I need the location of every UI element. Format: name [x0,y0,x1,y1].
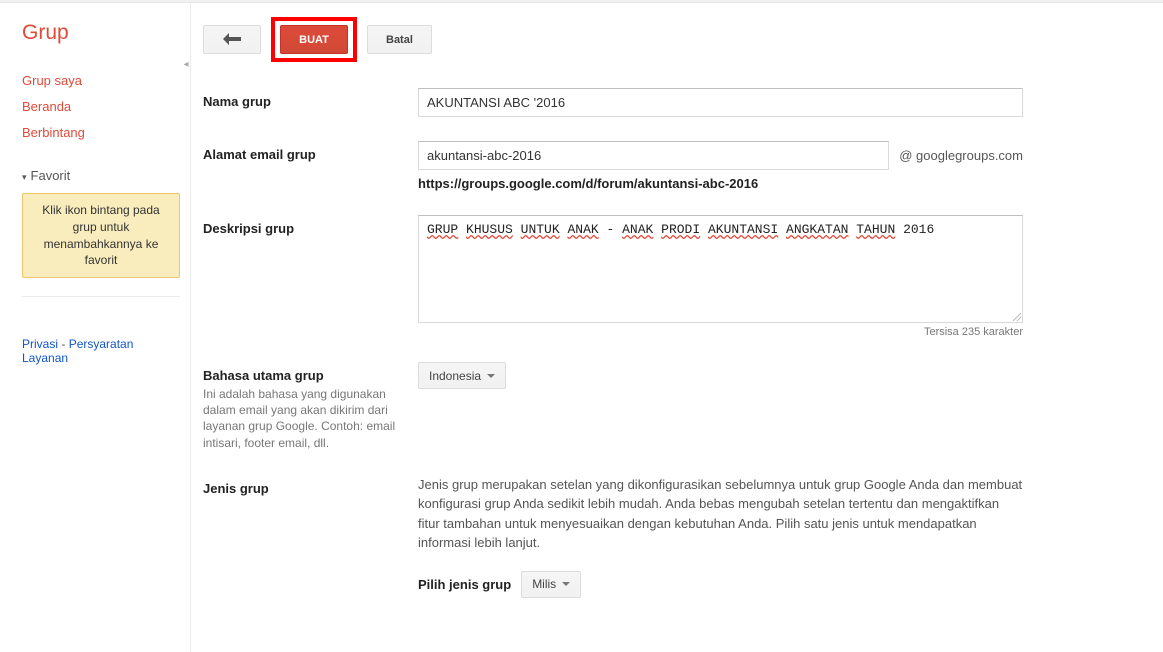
create-button[interactable]: BUAT [280,25,348,54]
back-button[interactable] [203,25,261,54]
main-content: BUAT Batal Nama grup Alamat email grup @… [190,3,1163,652]
sidebar-item-my-groups[interactable]: Grup saya [22,73,180,88]
label-group-email: Alamat email grup [203,141,418,162]
char-remaining: Tersisa 235 karakter [418,326,1023,338]
sidebar-item-starred[interactable]: Berbintang [22,125,180,140]
language-dropdown[interactable]: Indonesia [418,362,506,389]
chevron-down-icon [562,582,570,586]
group-type-value: Milis [532,577,556,591]
sidebar-divider [22,296,180,297]
highlight-create: BUAT [271,17,357,62]
label-primary-lang: Bahasa utama grup Ini adalah bahasa yang… [203,362,418,451]
group-name-input[interactable] [418,88,1023,117]
favorites-header[interactable]: Favorit [22,168,180,183]
choose-type-label: Pilih jenis grup [418,577,511,592]
group-type-info: Jenis grup merupakan setelan yang dikonf… [418,475,1023,553]
back-arrow-icon [223,33,241,47]
group-desc-textarea[interactable]: GRUP KHUSUS UNTUK ANAK - ANAK PRODI AKUN… [418,215,1023,323]
label-group-desc: Deskripsi grup [203,215,418,236]
label-group-type: Jenis grup [203,475,418,496]
email-domain-suffix: @ googlegroups.com [899,148,1023,163]
label-primary-lang-sub: Ini adalah bahasa yang digunakan dalam e… [203,386,418,451]
app-logo: Grup [22,21,180,45]
privacy-link[interactable]: Privasi [22,337,58,351]
favorites-tip: Klik ikon bintang pada grup untuk menamb… [22,193,180,278]
label-group-name: Nama grup [203,88,418,109]
group-type-dropdown[interactable]: Milis [521,571,581,598]
sidebar: Grup Grup saya Beranda Berbintang Favori… [0,3,190,375]
desc-text: GRUP KHUSUS UNTUK ANAK - ANAK PRODI AKUN… [427,222,934,237]
chevron-down-icon [487,374,495,378]
language-value: Indonesia [429,369,481,383]
resize-handle-icon[interactable] [1011,311,1021,321]
footer-links: Privasi - Persyaratan Layanan [22,337,180,365]
group-email-input[interactable] [418,141,889,170]
sidebar-item-home[interactable]: Beranda [22,99,180,114]
group-url: https://groups.google.com/d/forum/akunta… [418,176,1023,191]
cancel-button[interactable]: Batal [367,25,432,54]
toolbar: BUAT Batal [203,17,1023,62]
